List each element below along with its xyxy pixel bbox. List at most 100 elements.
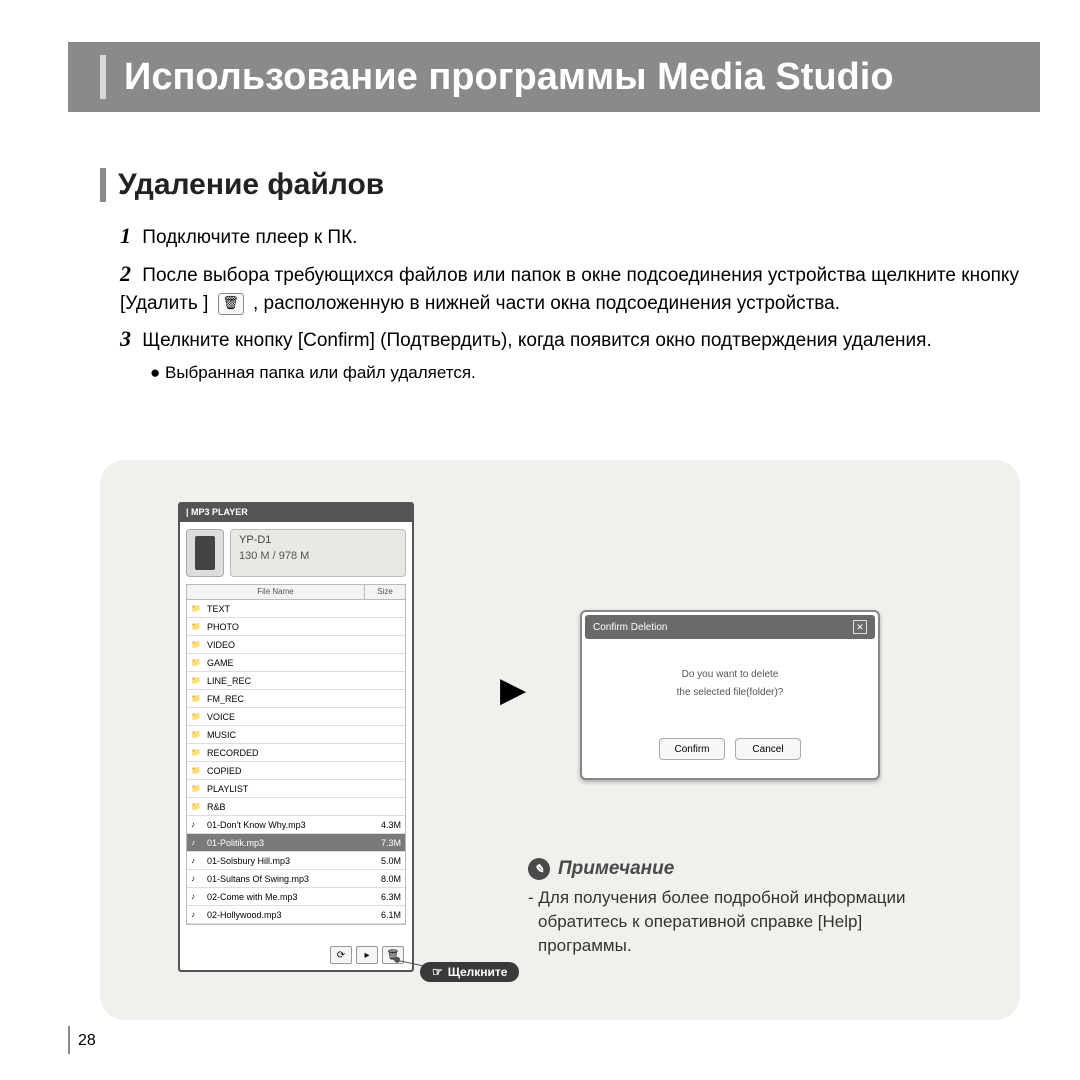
note-heading: ✎ Примечание — [528, 858, 960, 880]
app-footer: ⟳ ▸ 🗑 — [330, 946, 404, 964]
file-size: 4.3M — [367, 820, 401, 830]
file-size: 5.0M — [367, 856, 401, 866]
file-name: 02-Come with Me.mp3 — [207, 892, 367, 902]
arrow-right-icon: ▶ — [500, 670, 526, 710]
file-size: 7.3M — [367, 838, 401, 848]
app-title: | MP3 PLAYER — [180, 504, 412, 522]
file-row[interactable]: ♪02-Hollywood.mp36.1M — [187, 906, 405, 924]
app-window: | MP3 PLAYER YP-D1 130 M / 978 M File Na… — [178, 502, 414, 972]
dialog-buttons: Confirm Cancel — [582, 738, 878, 760]
steps-block: 1 Подключите плеер к ПК. 2 После выбора … — [120, 220, 1020, 392]
device-info: YP-D1 130 M / 978 M — [230, 529, 406, 577]
file-row[interactable]: ♪ 01-Sultans Of Swing.mp38.0M — [187, 870, 405, 888]
note-block: ✎ Примечание - Для получения более подро… — [528, 858, 960, 957]
confirm-button[interactable]: Confirm — [659, 738, 725, 760]
file-row[interactable]: 📁 PHOTO — [187, 618, 405, 636]
folder-icon: 📁 — [191, 802, 203, 812]
file-icon: ♪ — [191, 874, 203, 884]
file-name: GAME — [207, 658, 367, 668]
step-2: 2 После выбора требующихся файлов или па… — [120, 258, 1020, 317]
file-icon: ♪ — [191, 856, 203, 866]
file-row[interactable]: 📁FM_REC — [187, 690, 405, 708]
file-name: PLAYLIST — [207, 784, 367, 794]
file-row[interactable]: 📁 VOICE — [187, 708, 405, 726]
folder-icon: 📁 — [191, 622, 203, 632]
header-pipe — [100, 55, 106, 99]
step-2-text-b: , расположенную в нижней части окна подс… — [253, 293, 840, 314]
file-size: 8.0M — [367, 874, 401, 884]
file-name: 01-Politik.mp3 — [207, 838, 367, 848]
file-row[interactable]: ♪01-Don't Know Why.mp34.3M — [187, 816, 405, 834]
file-row[interactable]: ♪01-Politik.mp37.3M — [187, 834, 405, 852]
play-button[interactable]: ▸ — [356, 946, 378, 964]
step-3-text: Щелкните кнопку [Confirm] (Подтвердить),… — [142, 330, 931, 351]
file-name: VIDEO — [207, 640, 367, 650]
file-name: 02-Hollywood.mp3 — [207, 910, 367, 920]
step-1-text: Подключите плеер к ПК. — [142, 227, 357, 248]
folder-icon: 📁 — [191, 784, 203, 794]
step-1: 1 Подключите плеер к ПК. — [120, 220, 1020, 252]
file-name: VOICE — [207, 712, 367, 722]
file-row[interactable]: 📁GAME — [187, 654, 405, 672]
file-icon: ♪ — [191, 892, 203, 902]
file-name: COPIED — [207, 766, 367, 776]
step-bullet: ● Выбранная папка или файл удаляется. — [120, 361, 1020, 386]
col-size: Size — [365, 585, 405, 599]
file-row[interactable]: 📁 MUSIC — [187, 726, 405, 744]
file-row[interactable]: 📁 R&B — [187, 798, 405, 816]
file-row[interactable]: 📁LINE_REC — [187, 672, 405, 690]
header-bar: Использование программы Media Studio — [68, 42, 1040, 112]
file-row[interactable]: 📁 RECORDED — [187, 744, 405, 762]
folder-icon: 📁 — [191, 604, 203, 614]
folder-icon: 📁 — [191, 748, 203, 758]
file-name: RECORDED — [207, 748, 367, 758]
file-name: 01-Don't Know Why.mp3 — [207, 820, 367, 830]
click-callout: ☞ Щелкните — [420, 962, 519, 982]
note-text: - Для получения более подробной информац… — [528, 886, 960, 957]
file-row[interactable]: 📁VIDEO — [187, 636, 405, 654]
note-heading-text: Примечание — [558, 858, 674, 880]
file-size: 6.1M — [367, 910, 401, 920]
click-label-text: Щелкните — [448, 965, 508, 979]
file-list[interactable]: 📁TEXT📁PHOTO📁VIDEO📁GAME📁LINE_REC📁FM_REC📁V… — [186, 600, 406, 925]
dialog-line-2: the selected file(folder)? — [582, 684, 878, 702]
file-name: LINE_REC — [207, 676, 367, 686]
dialog-title-text: Confirm Deletion — [593, 622, 667, 633]
page-title: Использование программы Media Studio — [124, 56, 894, 99]
col-filename: File Name — [187, 585, 365, 599]
file-row[interactable]: ♪ 01-Solsbury Hill.mp35.0M — [187, 852, 405, 870]
file-row[interactable]: 📁 PLAYLIST — [187, 780, 405, 798]
refresh-button[interactable]: ⟳ — [330, 946, 352, 964]
section-heading: Удаление файлов — [100, 168, 384, 202]
file-row[interactable]: ♪02-Come with Me.mp36.3M — [187, 888, 405, 906]
file-name: TEXT — [207, 604, 367, 614]
file-list-header: File Name Size — [186, 584, 406, 600]
step-num-3: 3 — [120, 326, 131, 351]
folder-icon: 📁 — [191, 712, 203, 722]
folder-icon: 📁 — [191, 766, 203, 776]
step-num-2: 2 — [120, 261, 131, 286]
dialog-body: Do you want to delete the selected file(… — [582, 642, 878, 702]
bullet-text: Выбранная папка или файл удаляется. — [165, 363, 476, 382]
file-row[interactable]: 📁 TEXT — [187, 600, 405, 618]
figure-panel: | MP3 PLAYER YP-D1 130 M / 978 M File Na… — [100, 460, 1020, 1020]
file-name: MUSIC — [207, 730, 367, 740]
device-memory: 130 M / 978 M — [239, 550, 397, 562]
section-pipe — [100, 168, 106, 202]
device-box: YP-D1 130 M / 978 M — [186, 528, 406, 578]
folder-icon: 📁 — [191, 694, 203, 704]
file-name: R&B — [207, 802, 367, 812]
hand-icon: ☞ — [432, 965, 443, 979]
cancel-button[interactable]: Cancel — [735, 738, 801, 760]
confirm-dialog: Confirm Deletion ✕ Do you want to delete… — [580, 610, 880, 780]
file-name: PHOTO — [207, 622, 367, 632]
folder-icon: 📁 — [191, 730, 203, 740]
close-icon[interactable]: ✕ — [853, 620, 867, 634]
file-name: 01-Solsbury Hill.mp3 — [207, 856, 367, 866]
dialog-line-1: Do you want to delete — [582, 666, 878, 684]
step-num-1: 1 — [120, 223, 131, 248]
note-icon: ✎ — [528, 858, 550, 880]
file-row[interactable]: 📁 COPIED — [187, 762, 405, 780]
file-name: 01-Sultans Of Swing.mp3 — [207, 874, 367, 884]
device-thumbnail — [186, 529, 224, 577]
